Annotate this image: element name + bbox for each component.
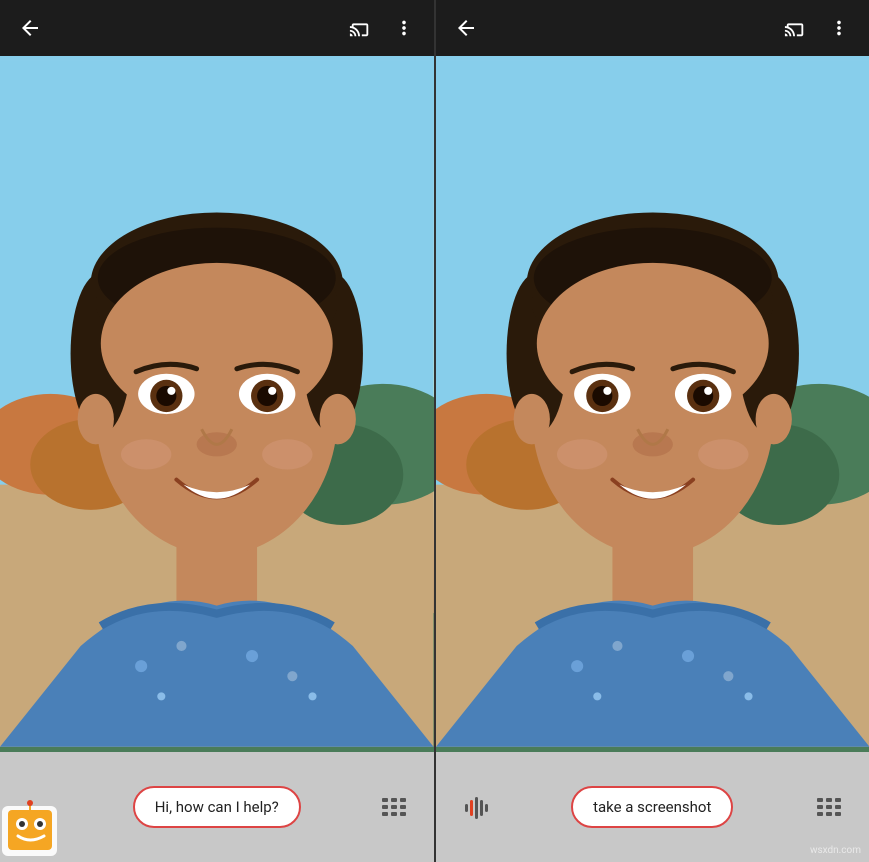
keyboard-icon-left[interactable] [374, 787, 414, 827]
back-button-right[interactable] [448, 10, 484, 46]
voice-prompt-box-right[interactable]: take a screenshot [571, 786, 733, 828]
mic-icon-right[interactable] [456, 787, 496, 827]
cast-button-right[interactable] [777, 10, 813, 46]
right-phone: take a screenshot [434, 0, 869, 862]
bottom-bar-right: take a screenshot [436, 752, 869, 862]
voice-prompt-text-right: take a screenshot [593, 798, 711, 816]
bottom-bar-left: Hi, how can I help? [0, 752, 434, 862]
keyboard-icon-right[interactable] [809, 787, 849, 827]
cast-button-left[interactable] [342, 10, 378, 46]
back-button-left[interactable] [12, 10, 48, 46]
voice-prompt-box-left[interactable]: Hi, how can I help? [133, 786, 301, 828]
left-phone: Hi, how can I help? [0, 0, 434, 862]
photo-area-right [436, 56, 869, 752]
top-bar-left [0, 0, 434, 56]
voice-input-area-right[interactable]: take a screenshot [496, 786, 810, 828]
photo-area-left [0, 56, 434, 752]
mic-icon-left [20, 787, 60, 827]
voice-prompt-text-left: Hi, how can I help? [155, 798, 279, 816]
more-button-left[interactable] [386, 10, 422, 46]
more-button-right[interactable] [821, 10, 857, 46]
voice-input-area-left[interactable]: Hi, how can I help? [60, 786, 374, 828]
top-bar-right [436, 0, 869, 56]
